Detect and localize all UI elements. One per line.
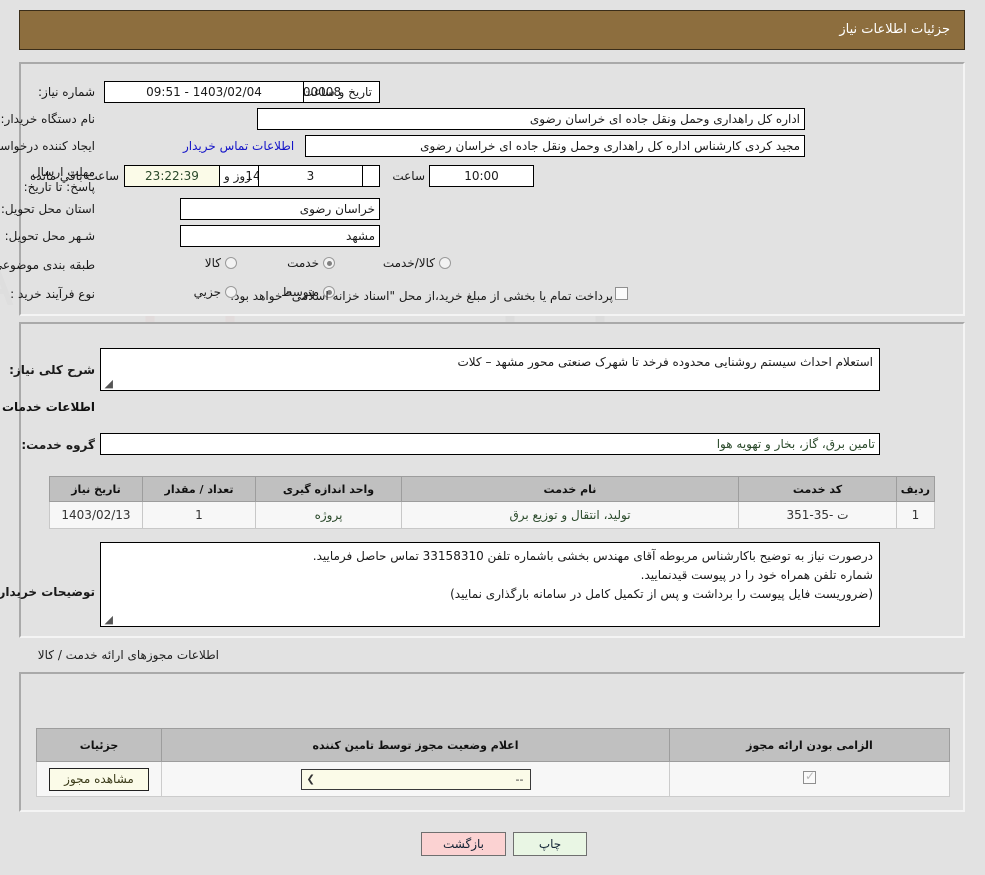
licenses-header-row: الزامی بودن ارائه مجوز اعلام وضعیت مجوز … bbox=[36, 728, 950, 762]
buyer-note-line-1: شماره تلفن همراه خود را در پیوست قیدنمای… bbox=[640, 568, 873, 582]
cell-name: تولید، انتقال و توزیع برق bbox=[401, 501, 739, 529]
license-status-value: -- bbox=[515, 772, 524, 786]
announce-datetime-value: 1403/02/04 - 09:51 bbox=[104, 81, 304, 103]
th-license-status: اعلام وضعیت مجوز توسط تامین کننده bbox=[161, 728, 670, 762]
need-number-label: شماره نیاز: bbox=[38, 85, 95, 99]
days-word: روز و bbox=[224, 169, 251, 183]
cell-license-status: ❯ -- bbox=[161, 761, 670, 797]
cell-date: 1403/02/13 bbox=[49, 501, 143, 529]
licenses-section-title: اطلاعات مجوزهای ارائه خدمت / کالا bbox=[37, 648, 219, 662]
buyer-contact-link[interactable]: اطلاعات تماس خریدار bbox=[183, 139, 294, 153]
radio-icon-category-2[interactable] bbox=[439, 257, 451, 269]
buyer-note-line-2: (ضروریست فایل پیوست را برداشت و پس از تک… bbox=[450, 587, 873, 601]
radio-icon-category-0[interactable] bbox=[225, 257, 237, 269]
services-section-title: اطلاعات خدمات مورد نیاز bbox=[0, 400, 95, 414]
cell-license-required bbox=[669, 761, 950, 797]
th-license-details: جزئیات bbox=[36, 728, 162, 762]
requester-label: ایجاد کننده درخواست: bbox=[0, 139, 95, 153]
buyer-notes-textarea[interactable]: درصورت نیاز به توضیح باکارشناس مربوطه آق… bbox=[100, 542, 880, 627]
resize-grip-icon[interactable]: ◢ bbox=[103, 614, 113, 625]
summary-value: استعلام احداث سیستم روشنایی محدوده فرخد … bbox=[457, 355, 873, 369]
radio-category-2[interactable]: کالا/خدمت bbox=[383, 256, 451, 270]
cell-license-details: مشاهده مجوز bbox=[36, 761, 162, 797]
radio-label-category-1: خدمت bbox=[287, 256, 319, 270]
service-group-label: گروه خدمت: bbox=[21, 438, 95, 452]
days-value: 3 bbox=[258, 165, 363, 187]
cell-unit: پروژه bbox=[255, 501, 402, 529]
back-button[interactable]: بازگشت bbox=[421, 832, 506, 856]
countdown-timer: 23:22:39 bbox=[124, 165, 220, 187]
announce-datetime-label: تاریخ و ساعت اعلان عمومی: bbox=[227, 85, 372, 100]
treasury-checkbox[interactable] bbox=[615, 287, 628, 300]
city-value: مشهد bbox=[180, 225, 380, 247]
licenses-table: الزامی بودن ارائه مجوز اعلام وضعیت مجوز … bbox=[36, 728, 950, 797]
category-label: طبقه بندی موضوعی: bbox=[0, 258, 95, 272]
th-license-required: الزامی بودن ارائه مجوز bbox=[669, 728, 950, 762]
table-header-row: ردیف کد خدمت نام خدمت واحد اندازه گیری ت… bbox=[49, 476, 935, 502]
service-group-value: تامین برق، گاز، بخار و تهویه هوا bbox=[100, 433, 880, 455]
city-label: شـهر محل تحویل: bbox=[4, 229, 95, 243]
resize-grip-icon[interactable]: ◢ bbox=[103, 378, 113, 389]
print-button[interactable]: چاپ bbox=[513, 832, 587, 856]
process-label: نوع فرآیند خرید : bbox=[10, 287, 95, 301]
radio-icon-category-1[interactable] bbox=[323, 257, 335, 269]
view-license-button[interactable]: مشاهده مجوز bbox=[49, 767, 149, 791]
summary-label: شرح کلی نیاز: bbox=[9, 363, 95, 377]
province-label: استان محل تحویل: bbox=[0, 202, 95, 216]
buyer-note-line-0: درصورت نیاز به توضیح باکارشناس مربوطه آق… bbox=[312, 549, 873, 563]
table-row: 1 ت -35-351 تولید، انتقال و توزیع برق پر… bbox=[49, 501, 935, 529]
page-header-bar: جزئیات اطلاعات نیاز bbox=[19, 10, 965, 50]
th-name: نام خدمت bbox=[401, 476, 739, 502]
th-code: کد خدمت bbox=[738, 476, 897, 502]
page-title: جزئیات اطلاعات نیاز bbox=[839, 22, 950, 37]
treasury-note: پرداخت تمام یا بخشی از مبلغ خرید،از محل … bbox=[230, 289, 613, 303]
province-value: خراسان رضوی bbox=[180, 198, 380, 220]
license-status-select[interactable]: ❯ -- bbox=[300, 768, 531, 790]
chevron-down-icon: ❯ bbox=[306, 773, 315, 785]
cell-row: 1 bbox=[896, 501, 935, 529]
buyer-notes-label: توضیحات خریدار: bbox=[0, 585, 95, 599]
services-table: ردیف کد خدمت نام خدمت واحد اندازه گیری ت… bbox=[49, 476, 935, 529]
th-date: تاریخ نیاز bbox=[49, 476, 143, 502]
remaining-word: ساعت باقي مانده bbox=[30, 169, 120, 183]
th-row: ردیف bbox=[896, 476, 935, 502]
radio-label-category-0: کالا bbox=[204, 256, 221, 270]
cell-code: ت -35-351 bbox=[738, 501, 897, 529]
buyer-org-label: نام دستگاه خریدار: bbox=[0, 112, 96, 126]
radio-label-process-0: جزیي bbox=[193, 285, 221, 299]
requester-value: مجید کردی کارشناس اداره کل راهداری وحمل … bbox=[305, 135, 805, 157]
summary-textarea[interactable]: استعلام احداث سیستم روشنایی محدوده فرخد … bbox=[100, 348, 880, 391]
cell-qty: 1 bbox=[142, 501, 256, 529]
radio-label-category-2: کالا/خدمت bbox=[382, 256, 435, 270]
time-value: 10:00 bbox=[429, 165, 534, 187]
radio-category-1[interactable]: خدمت bbox=[287, 256, 335, 270]
th-unit: واحد اندازه گیری bbox=[255, 476, 402, 502]
th-qty: تعداد / مقدار bbox=[142, 476, 256, 502]
licenses-row: ❯ -- مشاهده مجوز bbox=[36, 761, 950, 797]
license-required-checkbox bbox=[803, 769, 816, 784]
radio-category-0[interactable]: کالا bbox=[205, 256, 237, 270]
time-label: ساعت bbox=[392, 169, 425, 183]
buyer-org-value: اداره کل راهداری وحمل ونقل جاده ای خراسا… bbox=[257, 108, 805, 130]
